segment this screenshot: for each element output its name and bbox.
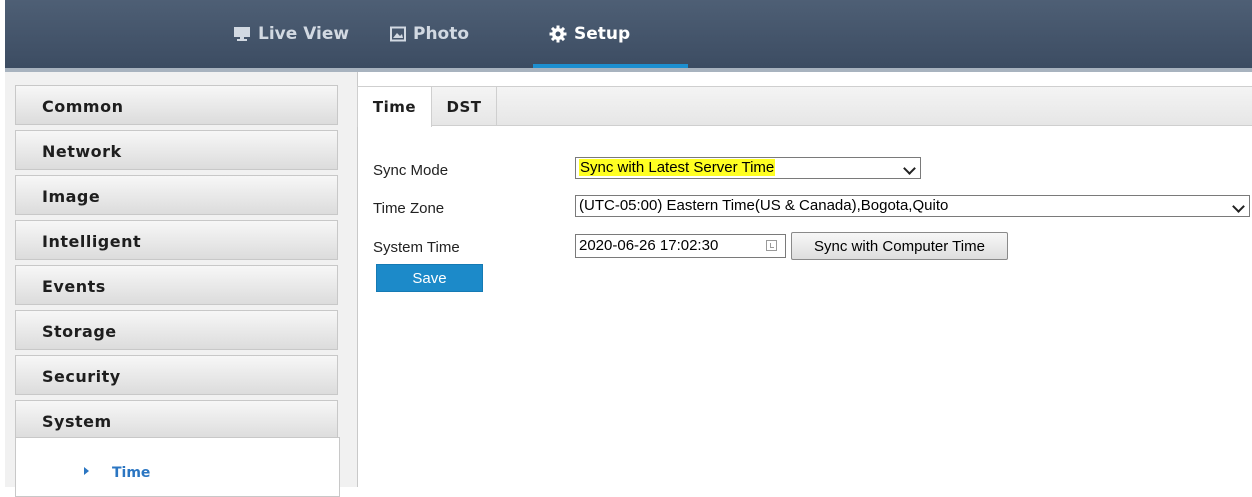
image-icon [390,26,406,42]
system-time-label: System Time [373,239,460,256]
time-zone-label: Time Zone [373,200,445,217]
sync-mode-label: Sync Mode [373,162,449,179]
tab-bar: Time DST [357,86,1252,127]
tab-dst[interactable]: DST [432,87,497,126]
nav-live-view-label: Live View [258,24,350,44]
nav-photo-label: Photo [413,24,470,44]
monitor-icon [234,27,250,41]
sidebar-item-label: Storage [42,322,117,341]
nav-setup-label: Setup [574,24,631,44]
sync-mode-value: Sync with Latest Server Time [579,159,776,176]
chevron-down-icon [1232,200,1245,213]
sidebar-item-label: Intelligent [42,232,142,251]
sidebar-submenu-system: Time [15,437,340,497]
sync-mode-select[interactable]: Sync with Latest Server Time [575,157,921,179]
time-zone-value: (UTC-05:00) Eastern Time(US & Canada),Bo… [579,197,949,214]
nav-live-view[interactable]: Live View [233,0,349,68]
sidebar-subitem-time[interactable]: Time [112,465,150,481]
sidebar-item-network[interactable]: Network [15,130,338,170]
calendar-icon[interactable] [766,240,777,251]
sidebar-item-label: Events [42,277,106,296]
sidebar-item-label: System [42,412,112,431]
sync-with-computer-time-button[interactable]: Sync with Computer Time [791,232,1008,260]
chevron-down-icon [903,162,916,175]
time-zone-select[interactable]: (UTC-05:00) Eastern Time(US & Canada),Bo… [575,195,1250,217]
sidebar-item-storage[interactable]: Storage [15,310,338,350]
sidebar-item-label: Security [42,367,121,386]
sidebar-item-events[interactable]: Events [15,265,338,305]
sidebar-item-security[interactable]: Security [15,355,338,395]
system-time-field[interactable]: 2020-06-26 17:02:30 [575,234,786,258]
sidebar-item-label: Image [42,187,101,206]
nav-photo[interactable]: Photo [390,0,469,68]
tab-time[interactable]: Time [357,87,432,127]
gear-icon [549,25,567,43]
caret-right-icon [84,467,89,475]
sidebar-item-label: Common [42,97,124,116]
sidebar-item-image[interactable]: Image [15,175,338,215]
sidebar-item-intelligent[interactable]: Intelligent [15,220,338,260]
system-time-value: 2020-06-26 17:02:30 [579,237,719,254]
save-button[interactable]: Save [376,264,483,292]
sidebar-item-label: Network [42,142,122,161]
nav-setup[interactable]: Setup [549,0,630,68]
sidebar-item-common[interactable]: Common [15,85,338,125]
sidebar-item-system[interactable]: System [15,400,338,440]
